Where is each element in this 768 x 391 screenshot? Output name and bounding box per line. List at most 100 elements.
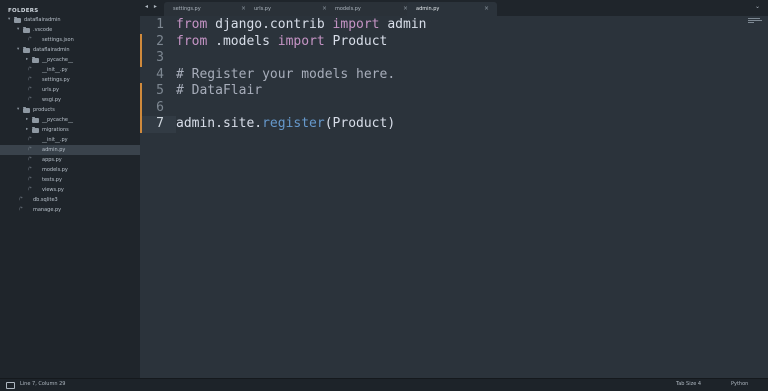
sidebar-item-label: urls.py xyxy=(42,87,59,93)
chevron-down-icon[interactable]: ▾ xyxy=(17,25,19,35)
chevron-down-icon[interactable]: ▾ xyxy=(17,105,19,115)
folder-icon xyxy=(32,126,39,133)
line-number: 6 xyxy=(156,99,164,115)
sidebar-folder[interactable]: ▾ products xyxy=(0,105,140,115)
gutter-line: 1 xyxy=(140,17,176,34)
code-token: from xyxy=(176,33,208,49)
sidebar-file[interactable]: /* apps.py xyxy=(0,155,140,165)
sidebar-item-label: migrations xyxy=(42,127,69,133)
code-token: Product xyxy=(324,33,388,49)
line-number: 1 xyxy=(156,17,164,32)
sidebar-item-label: products xyxy=(33,107,55,113)
close-icon[interactable]: × xyxy=(484,5,489,12)
sidebar-item-label: admin.py xyxy=(42,147,66,153)
tab-urls-py[interactable]: urls.py × xyxy=(245,2,335,16)
folder-icon xyxy=(23,46,30,53)
folder-icon xyxy=(23,26,30,33)
sidebar-file[interactable]: /* __init__.py xyxy=(0,135,140,145)
cursor-position[interactable]: Line 7, Column 29 xyxy=(20,381,65,387)
sidebar-item-label: manage.py xyxy=(33,207,62,213)
sidebar-item-label: settings.py xyxy=(42,77,70,83)
chevron-down-icon[interactable]: ▾ xyxy=(17,45,19,55)
file-icon: /* xyxy=(28,67,32,72)
file-icon: /* xyxy=(28,137,32,142)
sidebar-file[interactable]: /* wsgi.py xyxy=(0,95,140,105)
file-icon: /* xyxy=(28,157,32,162)
sidebar-file[interactable]: /* db.sqlite3 xyxy=(0,195,140,205)
status-bar: Line 7, Column 29 Tab Size 4 Python xyxy=(0,378,768,391)
sidebar-item-label: __init__.py xyxy=(42,137,68,143)
tab-label: urls.py xyxy=(254,6,271,12)
tab-size-indicator[interactable]: Tab Size 4 xyxy=(676,381,701,387)
modified-line-marker xyxy=(140,116,142,133)
gutter-line: 3 xyxy=(140,50,176,67)
sidebar-folder[interactable]: ▸ __pycache__ xyxy=(0,115,140,125)
code-token: register xyxy=(262,116,325,131)
line-number: 7 xyxy=(156,116,164,131)
sidebar-item-label: tests.py xyxy=(42,177,62,183)
sidebar-file[interactable]: /* __init__.py xyxy=(0,65,140,75)
sidebar-item-label: views.py xyxy=(42,187,64,193)
code-editor[interactable]: 1234567 from django.contrib import admin… xyxy=(140,16,768,378)
code-token: admin xyxy=(379,17,427,32)
syntax-indicator[interactable]: Python xyxy=(731,381,748,387)
sidebar-folder[interactable]: ▸ migrations xyxy=(0,125,140,135)
tab-bar: ◂ ▸ settings.py × urls.py × models.py × admin.… xyxy=(140,0,768,16)
sidebar-file[interactable]: /* admin.py xyxy=(0,145,140,155)
code-line[interactable]: from django.contrib import admin xyxy=(176,17,426,34)
tab-admin-py[interactable]: admin.py × xyxy=(407,2,497,16)
sidebar-folder[interactable]: ▾ dataflairadmin xyxy=(0,15,140,25)
sidebar-folder[interactable]: ▾ dataflairadmin xyxy=(0,45,140,55)
tab-models-py[interactable]: models.py × xyxy=(326,2,416,16)
sidebar-title: FOLDERS xyxy=(8,8,39,14)
minimap[interactable] xyxy=(748,18,762,24)
code-token: from xyxy=(176,17,208,32)
gutter-line: 6 xyxy=(140,99,176,116)
sidebar-file[interactable]: /* settings.json xyxy=(0,35,140,45)
code-token: import xyxy=(277,33,325,49)
sidebar-item-label: __pycache__ xyxy=(42,117,73,123)
sidebar-file[interactable]: /* views.py xyxy=(0,185,140,195)
panel-toggle-icon[interactable] xyxy=(6,382,15,389)
sidebar-file[interactable]: /* manage.py xyxy=(0,205,140,215)
sidebar-file[interactable]: /* settings.py xyxy=(0,75,140,85)
tab-label: models.py xyxy=(335,6,361,12)
gutter-line: 2 xyxy=(140,33,176,50)
code-token: # DataFlair xyxy=(176,83,263,98)
code-token: django.contrib xyxy=(207,17,333,32)
sidebar-file[interactable]: /* tests.py xyxy=(0,175,140,185)
folder-icon xyxy=(14,16,21,23)
file-icon: /* xyxy=(28,97,32,102)
sidebar-item-label: apps.py xyxy=(42,157,62,163)
sidebar-file[interactable]: /* urls.py xyxy=(0,85,140,95)
code-line[interactable]: # Register your models here. xyxy=(176,67,395,84)
file-tree: ▾ dataflairadmin ▾ .vscode/* settings.json ▾ d… xyxy=(0,15,140,215)
code-line[interactable]: # DataFlair xyxy=(176,83,262,100)
sidebar: FOLDERS ▾ dataflairadmin ▾ .vscode/* setting… xyxy=(0,0,140,378)
tab-label: admin.py xyxy=(416,6,440,12)
sidebar-folder[interactable]: ▾ .vscode xyxy=(0,25,140,35)
modified-line-marker xyxy=(140,33,142,50)
chevron-down-icon[interactable]: ▾ xyxy=(8,15,10,25)
sidebar-item-label: __init__.py xyxy=(42,67,68,73)
gutter-line: 4 xyxy=(140,67,176,84)
file-icon: /* xyxy=(28,167,32,172)
sidebar-item-label: __pycache__ xyxy=(42,57,73,63)
folder-icon xyxy=(32,56,39,63)
tab-nav-arrows-icon[interactable]: ◂ ▸ xyxy=(145,3,159,10)
code-line[interactable]: from .models import Product xyxy=(176,34,387,51)
file-icon: /* xyxy=(19,197,23,202)
chevron-down-icon[interactable]: ⌄ xyxy=(755,3,760,10)
sidebar-file[interactable]: /* models.py xyxy=(0,165,140,175)
code-line[interactable]: admin.site.register(Product) xyxy=(176,116,395,133)
sidebar-folder[interactable]: ▸ __pycache__ xyxy=(0,55,140,65)
file-icon: /* xyxy=(28,87,32,92)
chevron-right-icon[interactable]: ▸ xyxy=(26,55,28,65)
chevron-right-icon[interactable]: ▸ xyxy=(26,125,28,135)
line-number: 4 xyxy=(156,66,164,82)
sidebar-item-label: db.sqlite3 xyxy=(33,197,58,203)
chevron-right-icon[interactable]: ▸ xyxy=(26,115,28,125)
modified-line-marker xyxy=(140,83,142,100)
sidebar-item-label: models.py xyxy=(42,167,68,173)
tab-settings-py[interactable]: settings.py × xyxy=(164,2,254,16)
